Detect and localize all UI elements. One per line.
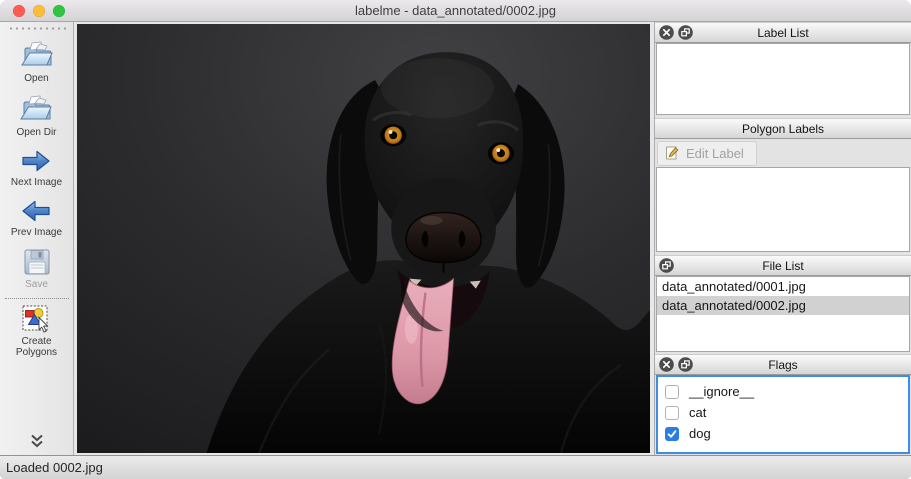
arrow-left-icon: [20, 198, 52, 224]
close-window-button[interactable]: [13, 5, 25, 17]
float-panel-icon[interactable]: [678, 25, 693, 40]
toolbar-item-label: Create Polygons: [4, 336, 70, 358]
floppy-disk-icon: [21, 248, 53, 276]
check-icon: [666, 428, 678, 440]
polygon-labels-list[interactable]: [656, 167, 910, 252]
file-list-header[interactable]: File List: [655, 255, 911, 276]
panel-title: Flags: [655, 358, 911, 372]
flag-checkbox[interactable]: [665, 406, 679, 420]
toolbar-item-label: Next Image: [11, 177, 62, 188]
prev-image-button[interactable]: Prev Image: [11, 198, 62, 238]
canvas-area: [74, 22, 654, 455]
flag-label: cat: [689, 405, 706, 420]
status-message: Loaded 0002.jpg: [6, 460, 103, 475]
flag-label: __ignore__: [689, 384, 754, 399]
close-panel-icon[interactable]: [659, 357, 674, 372]
float-panel-icon[interactable]: [659, 258, 674, 273]
float-panel-icon[interactable]: [678, 357, 693, 372]
flag-item[interactable]: __ignore__: [658, 381, 908, 402]
open-button[interactable]: Open: [20, 40, 54, 84]
edit-pencil-icon: [664, 145, 680, 161]
flag-checkbox[interactable]: [665, 427, 679, 441]
toolbar-overflow-button[interactable]: [29, 434, 45, 448]
flag-item[interactable]: cat: [658, 402, 908, 423]
flags-header[interactable]: Flags: [655, 354, 911, 375]
status-bar: Loaded 0002.jpg: [0, 455, 911, 479]
file-list-item[interactable]: data_annotated/0002.jpg: [657, 296, 909, 315]
next-image-button[interactable]: Next Image: [11, 148, 62, 188]
toolbar-item-label: Open: [24, 73, 48, 84]
save-button[interactable]: Save: [21, 248, 53, 290]
open-folder-icon: [20, 40, 54, 70]
toolbar-item-label: Open Dir: [16, 127, 56, 138]
panel-title: Label List: [655, 26, 911, 40]
create-polygons-button[interactable]: Create Polygons: [4, 305, 70, 358]
traffic-lights: [13, 5, 65, 17]
open-folder-icon: [19, 94, 53, 124]
panel-title: File List: [655, 259, 911, 273]
toolbar-item-label: Prev Image: [11, 227, 62, 238]
flag-label: dog: [689, 426, 711, 441]
annotation-canvas-dog-image[interactable]: [77, 24, 650, 453]
flags-list[interactable]: __ignore__cat dog: [656, 375, 910, 454]
label-list-header[interactable]: Label List: [655, 22, 911, 43]
edit-label-button[interactable]: Edit Label: [657, 141, 757, 166]
double-chevron-down-icon: [29, 434, 45, 448]
arrow-right-icon: [20, 148, 52, 174]
file-list[interactable]: data_annotated/0001.jpgdata_annotated/00…: [656, 276, 910, 352]
window-title: labelme - data_annotated/0002.jpg: [0, 0, 911, 21]
labelme-window: labelme - data_annotated/0002.jpg Open: [0, 0, 911, 479]
close-panel-icon[interactable]: [659, 25, 674, 40]
polygon-labels-header[interactable]: Polygon Labels: [655, 118, 911, 139]
minimize-window-button[interactable]: [33, 5, 45, 17]
edit-label-button-text: Edit Label: [686, 146, 744, 161]
label-list[interactable]: [656, 43, 910, 115]
panel-title: Polygon Labels: [655, 122, 911, 136]
toolbar-item-label: Save: [25, 279, 48, 290]
polygons-icon: [22, 305, 52, 333]
title-bar[interactable]: labelme - data_annotated/0002.jpg: [0, 0, 911, 22]
open-dir-button[interactable]: Open Dir: [16, 94, 56, 138]
flag-checkbox[interactable]: [665, 385, 679, 399]
zoom-window-button[interactable]: [53, 5, 65, 17]
tool-bar: Open Open Dir Next Image: [0, 22, 74, 455]
toolbar-separator: [5, 298, 69, 299]
polygon-labels-toolbar: Edit Label: [655, 139, 911, 167]
dock-panels: Label List Polygon Labels Edit Label: [654, 22, 911, 455]
toolbar-drag-handle[interactable]: [8, 27, 66, 30]
flag-item[interactable]: dog: [658, 423, 908, 444]
file-list-item[interactable]: data_annotated/0001.jpg: [657, 277, 909, 296]
